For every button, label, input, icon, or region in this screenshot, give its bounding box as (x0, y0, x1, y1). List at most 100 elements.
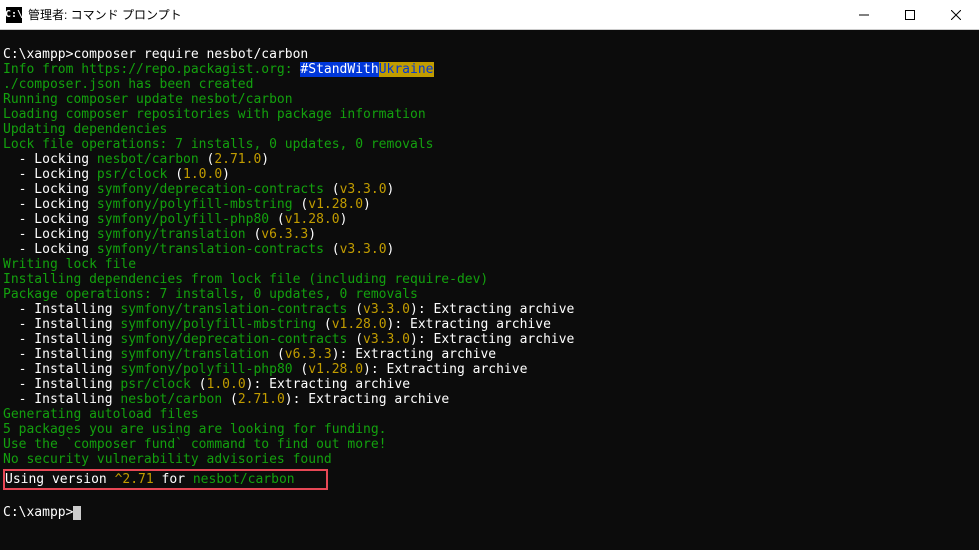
inst-post: ): Extracting archive (387, 317, 551, 332)
inst-prefix: - Installing (3, 377, 120, 392)
terminal-line (3, 32, 976, 47)
lock-ver: 1.0.0 (183, 167, 222, 182)
lock-paren: ) (340, 212, 348, 227)
titlebar: C:\ 管理者: コマンド プロンプト (0, 0, 979, 30)
lock-line: - Locking symfony/translation-contracts … (3, 242, 976, 257)
lock-paren: ( (293, 197, 309, 212)
install-line: - Installing symfony/polyfill-php80 (v1.… (3, 362, 976, 377)
lock-paren: ) (222, 167, 230, 182)
window-title: 管理者: コマンド プロンプト (28, 6, 182, 23)
terminal-line (3, 490, 976, 505)
inst-prefix: - Installing (3, 347, 120, 362)
lock-prefix: - Locking (3, 152, 97, 167)
prompt-path: C:\xampp> (3, 47, 73, 62)
lock-pkg: symfony/polyfill-php80 (97, 212, 269, 227)
install-line: - Installing nesbot/carbon (2.71.0): Ext… (3, 392, 976, 407)
inst-ver: v3.3.0 (363, 332, 410, 347)
inst-post: ): Extracting archive (246, 377, 410, 392)
terminal-line: 5 packages you are using are looking for… (3, 422, 976, 437)
command-prompt-window: C:\ 管理者: コマンド プロンプト C:\xampp>composer re… (0, 0, 979, 550)
lock-line: - Locking symfony/polyfill-mbstring (v1.… (3, 197, 976, 212)
terminal-line: Generating autoload files (3, 407, 976, 422)
inst-post: ): Extracting archive (285, 392, 449, 407)
lock-paren: ) (308, 227, 316, 242)
inst-pkg: symfony/deprecation-contracts (120, 332, 347, 347)
terminal-output[interactable]: C:\xampp>composer require nesbot/carbon … (0, 30, 979, 550)
lock-ver: v1.28.0 (308, 197, 363, 212)
inst-pkg: symfony/polyfill-php80 (120, 362, 292, 377)
inst-ver: v1.28.0 (308, 362, 363, 377)
install-line: - Installing psr/clock (1.0.0): Extracti… (3, 377, 976, 392)
uv-ver: ^2.71 (115, 472, 154, 487)
lock-pkg: symfony/polyfill-mbstring (97, 197, 293, 212)
terminal-line: Info from https://repo.packagist.org: #S… (3, 62, 976, 77)
titlebar-left: C:\ 管理者: コマンド プロンプト (0, 6, 182, 23)
lock-paren: ) (261, 152, 269, 167)
terminal-line: No security vulnerability advisories fou… (3, 452, 976, 467)
lock-line: - Locking psr/clock (1.0.0) (3, 167, 976, 182)
close-button[interactable] (933, 0, 979, 30)
lock-line: - Locking symfony/deprecation-contracts … (3, 182, 976, 197)
lock-prefix: - Locking (3, 182, 97, 197)
prompt-line: C:\xampp>composer require nesbot/carbon (3, 47, 976, 62)
maximize-icon (905, 10, 915, 20)
lock-prefix: - Locking (3, 167, 97, 182)
uv-pre: Using version (5, 472, 115, 487)
lock-ver: v6.3.3 (261, 227, 308, 242)
inst-ver: v6.3.3 (285, 347, 332, 362)
inst-pkg: nesbot/carbon (120, 392, 222, 407)
inst-paren: ( (191, 377, 207, 392)
cmd-icon: C:\ (6, 7, 22, 23)
terminal-line: Loading composer repositories with packa… (3, 107, 976, 122)
prompt-command: composer require nesbot/carbon (73, 47, 308, 62)
terminal-line: Lock file operations: 7 installs, 0 upda… (3, 137, 976, 152)
inst-pkg: symfony/polyfill-mbstring (120, 317, 316, 332)
inst-paren: ( (347, 302, 363, 317)
inst-paren: ( (222, 392, 238, 407)
lock-paren: ) (387, 182, 395, 197)
inst-post: ): Extracting archive (410, 332, 574, 347)
inst-prefix: - Installing (3, 332, 120, 347)
inst-prefix: - Installing (3, 362, 120, 377)
lock-prefix: - Locking (3, 212, 97, 227)
lock-prefix: - Locking (3, 242, 97, 257)
inst-prefix: - Installing (3, 392, 120, 407)
terminal-line: Package operations: 7 installs, 0 update… (3, 287, 976, 302)
inst-ver: v1.28.0 (332, 317, 387, 332)
inst-ver: v3.3.0 (363, 302, 410, 317)
install-line: - Installing symfony/polyfill-mbstring (… (3, 317, 976, 332)
uv-for: for (154, 472, 193, 487)
window-controls (841, 0, 979, 30)
info-text: Info from https://repo.packagist.org: (3, 62, 300, 77)
cursor (73, 506, 81, 520)
minimize-icon (859, 10, 869, 20)
install-line: - Installing symfony/translation (v6.3.3… (3, 347, 976, 362)
lock-ver: v3.3.0 (340, 242, 387, 257)
lock-paren: ) (363, 197, 371, 212)
inst-paren: ( (316, 317, 332, 332)
highlighted-version-box: Using version ^2.71 for nesbot/carbon (3, 469, 328, 490)
inst-post: ): Extracting archive (332, 347, 496, 362)
lock-pkg: symfony/deprecation-contracts (97, 182, 324, 197)
terminal-line: Installing dependencies from lock file (… (3, 272, 976, 287)
uv-pad (295, 472, 326, 487)
lock-paren: ( (324, 242, 340, 257)
inst-ver: 2.71.0 (238, 392, 285, 407)
install-line: - Installing symfony/deprecation-contrac… (3, 332, 976, 347)
maximize-button[interactable] (887, 0, 933, 30)
prompt-path: C:\xampp> (3, 505, 73, 520)
inst-post: ): Extracting archive (410, 302, 574, 317)
lock-ver: 2.71.0 (214, 152, 261, 167)
terminal-line: ./composer.json has been created (3, 77, 976, 92)
using-version-line: Using version ^2.71 for nesbot/carbon (5, 472, 326, 487)
lock-pkg: nesbot/carbon (97, 152, 199, 167)
inst-paren: ( (269, 347, 285, 362)
lock-line: - Locking nesbot/carbon (2.71.0) (3, 152, 976, 167)
lock-paren: ( (269, 212, 285, 227)
terminal-line: Writing lock file (3, 257, 976, 272)
inst-prefix: - Installing (3, 302, 120, 317)
close-icon (951, 10, 961, 20)
lock-line: - Locking symfony/polyfill-php80 (v1.28.… (3, 212, 976, 227)
minimize-button[interactable] (841, 0, 887, 30)
lock-paren: ) (387, 242, 395, 257)
